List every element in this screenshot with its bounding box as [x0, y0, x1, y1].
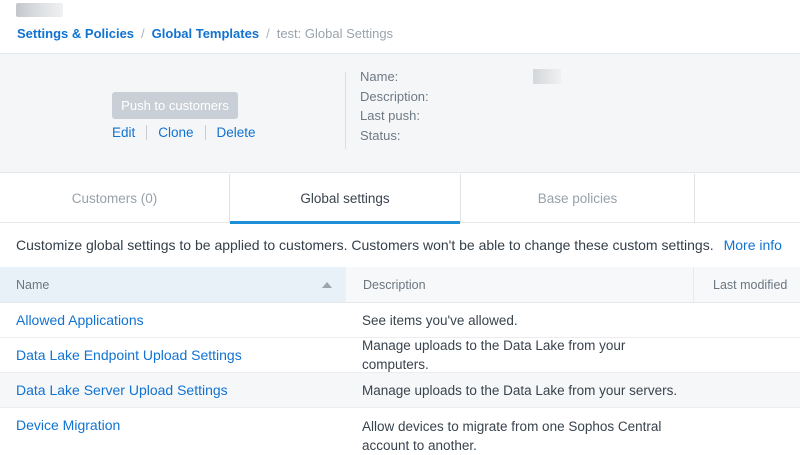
breadcrumb-settings-policies[interactable]: Settings & Policies: [17, 26, 134, 41]
name-label: Name:: [360, 69, 398, 84]
field-name: Name:: [360, 67, 429, 87]
setting-description-cell: Manage uploads to the Data Lake from you…: [345, 338, 693, 372]
tab-base-policies[interactable]: Base policies: [461, 174, 695, 223]
push-to-customers-button[interactable]: Push to customers: [112, 92, 238, 119]
edit-link[interactable]: Edit: [112, 125, 135, 140]
table-row: Data Lake Server Upload Settings Manage …: [0, 373, 800, 408]
allowed-applications-link[interactable]: Allowed Applications: [16, 312, 144, 328]
name-column-label: Name: [16, 278, 49, 292]
tab-customers[interactable]: Customers (0): [0, 174, 230, 223]
table-row: Data Lake Endpoint Upload Settings Manag…: [0, 338, 800, 373]
setting-description-cell: See items you've allowed.: [345, 303, 693, 337]
column-header-description[interactable]: Description: [345, 267, 693, 302]
setting-description-cell: Manage uploads to the Data Lake from you…: [345, 373, 693, 407]
breadcrumb-current-page: test: Global Settings: [277, 26, 393, 41]
last-push-label: Last push:: [360, 108, 420, 123]
tab-customers-label: Customers (0): [72, 191, 158, 206]
setting-last-modified-cell: [693, 408, 800, 455]
clone-link[interactable]: Clone: [158, 125, 193, 140]
redacted-account-name: [16, 3, 63, 17]
setting-description-cell: Allow devices to migrate from one Sophos…: [345, 408, 693, 455]
sort-ascending-icon: [322, 282, 332, 288]
data-lake-server-upload-link[interactable]: Data Lake Server Upload Settings: [16, 382, 228, 398]
data-lake-endpoint-upload-link[interactable]: Data Lake Endpoint Upload Settings: [16, 347, 242, 363]
table-header-row: Name Description Last modified: [0, 267, 800, 303]
status-label: Status:: [360, 128, 400, 143]
breadcrumb: Settings & Policies / Global Templates / tes…: [17, 26, 393, 41]
setting-name-cell: Data Lake Endpoint Upload Settings: [0, 338, 345, 372]
column-header-name[interactable]: Name: [0, 267, 345, 302]
table-row: Allowed Applications See items you've al…: [0, 303, 800, 338]
info-text: Customize global settings to be applied …: [16, 237, 714, 253]
field-last-push: Last push:: [360, 106, 429, 126]
more-info-link[interactable]: More info: [724, 237, 782, 253]
global-settings-table: Name Description Last modified Allowed A…: [0, 267, 800, 455]
breadcrumb-global-templates[interactable]: Global Templates: [152, 26, 259, 41]
field-status: Status:: [360, 126, 429, 146]
setting-name-cell: Allowed Applications: [0, 303, 345, 337]
description-label: Description:: [360, 89, 429, 104]
global-settings-info: Customize global settings to be applied …: [16, 223, 786, 267]
setting-name-cell: Data Lake Server Upload Settings: [0, 373, 345, 407]
global-template-page: Settings & Policies / Global Templates / tes…: [0, 0, 800, 455]
tab-global-settings-label: Global settings: [300, 191, 389, 206]
breadcrumb-separator: /: [141, 26, 145, 41]
template-details: Name: Description: Last push: Status:: [360, 67, 429, 145]
redacted-name-value: [533, 69, 561, 84]
tab-base-policies-label: Base policies: [538, 191, 618, 206]
last-modified-column-label: Last modified: [713, 278, 787, 292]
setting-last-modified-cell: [693, 303, 800, 337]
setting-last-modified-cell: [693, 338, 800, 372]
device-migration-link[interactable]: Device Migration: [16, 417, 120, 433]
setting-name-cell: Device Migration: [0, 408, 345, 455]
tab-global-settings[interactable]: Global settings: [230, 174, 461, 223]
action-divider: [205, 125, 206, 140]
panel-vertical-divider: [345, 72, 346, 149]
description-column-label: Description: [363, 278, 426, 292]
tab-bar: Customers (0) Global settings Base polic…: [0, 174, 800, 223]
action-divider: [146, 125, 147, 140]
column-header-last-modified[interactable]: Last modified: [693, 267, 800, 302]
template-summary-panel: Push to customers Edit Clone Delete Name…: [0, 53, 800, 173]
table-row: Device Migration Allow devices to migrat…: [0, 408, 800, 455]
breadcrumb-separator: /: [266, 26, 270, 41]
delete-link[interactable]: Delete: [217, 125, 256, 140]
template-action-links: Edit Clone Delete: [112, 125, 256, 140]
setting-last-modified-cell: [693, 373, 800, 407]
field-description: Description:: [360, 87, 429, 107]
